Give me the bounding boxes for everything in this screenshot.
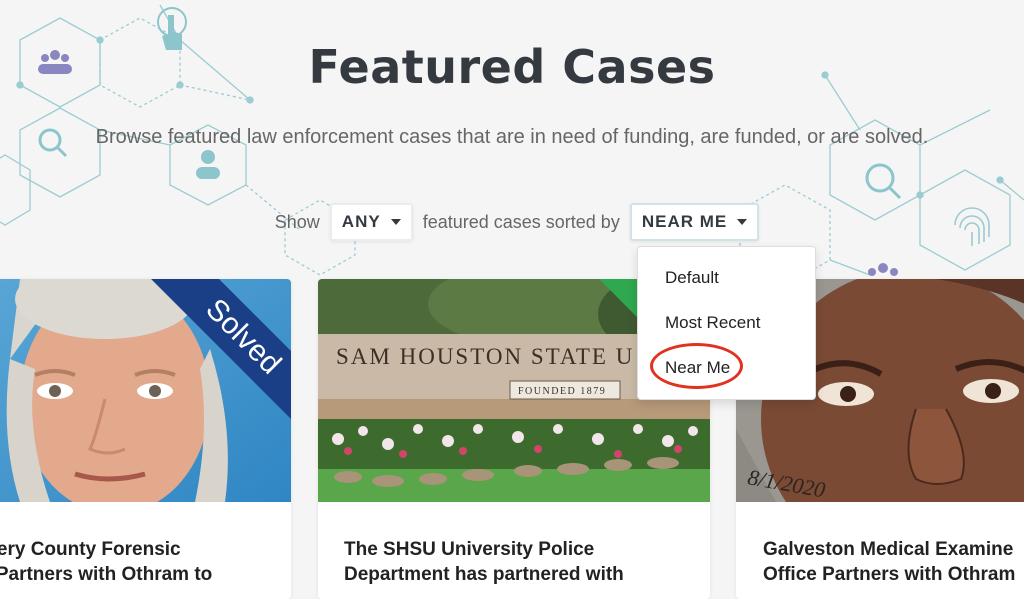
show-label: Show — [274, 211, 320, 232]
status-filter-dropdown[interactable]: ANY — [329, 203, 413, 241]
page-title: Featured Cases — [308, 40, 716, 94]
case-title[interactable]: mery County Forensic s Partners with Oth… — [0, 537, 212, 587]
case-photo: Solved — [0, 279, 291, 502]
sign-text: SAM HOUSTON STATE U — [336, 344, 634, 369]
caret-down-icon — [737, 219, 748, 225]
sort-option-most-recent[interactable]: Most Recent — [665, 313, 760, 333]
filter-bar: Show ANY featured cases sorted by NEAR M… — [0, 203, 1024, 241]
person-icon — [196, 150, 220, 179]
sort-option-default[interactable]: Default — [665, 268, 719, 288]
sign-subtext: FOUNDED 1879 — [518, 386, 606, 397]
case-title-line: Office Partners with Othram — [763, 564, 1016, 585]
magnifier-icon — [865, 163, 902, 200]
sort-value: NEAR ME — [641, 212, 728, 231]
case-title-line: The SHSU University Police — [344, 539, 595, 560]
sort-menu: Default Most Recent Near Me — [637, 246, 816, 400]
case-title[interactable]: Galveston Medical Examine Office Partner… — [763, 537, 1015, 587]
page-subtitle: Browse featured law enforcement cases th… — [95, 126, 929, 148]
case-title-line: s Partners with Othram to — [0, 564, 213, 585]
case-title-line: Galveston Medical Examine — [763, 539, 1014, 560]
case-title-line: mery County Forensic — [0, 539, 181, 560]
sort-dropdown[interactable]: NEAR ME — [629, 203, 760, 241]
people-group-icon — [868, 263, 898, 276]
sorted-by-label: featured cases sorted by — [422, 211, 620, 232]
case-card[interactable]: Solved mery County Forensic s Partners w… — [0, 279, 291, 599]
case-title[interactable]: The SHSU University Police Department ha… — [344, 537, 624, 587]
status-filter-value: ANY — [341, 212, 381, 231]
caret-down-icon — [390, 219, 401, 225]
case-title-line: Department has partnered with — [344, 564, 624, 585]
sort-option-near-me[interactable]: Near Me — [665, 358, 730, 378]
